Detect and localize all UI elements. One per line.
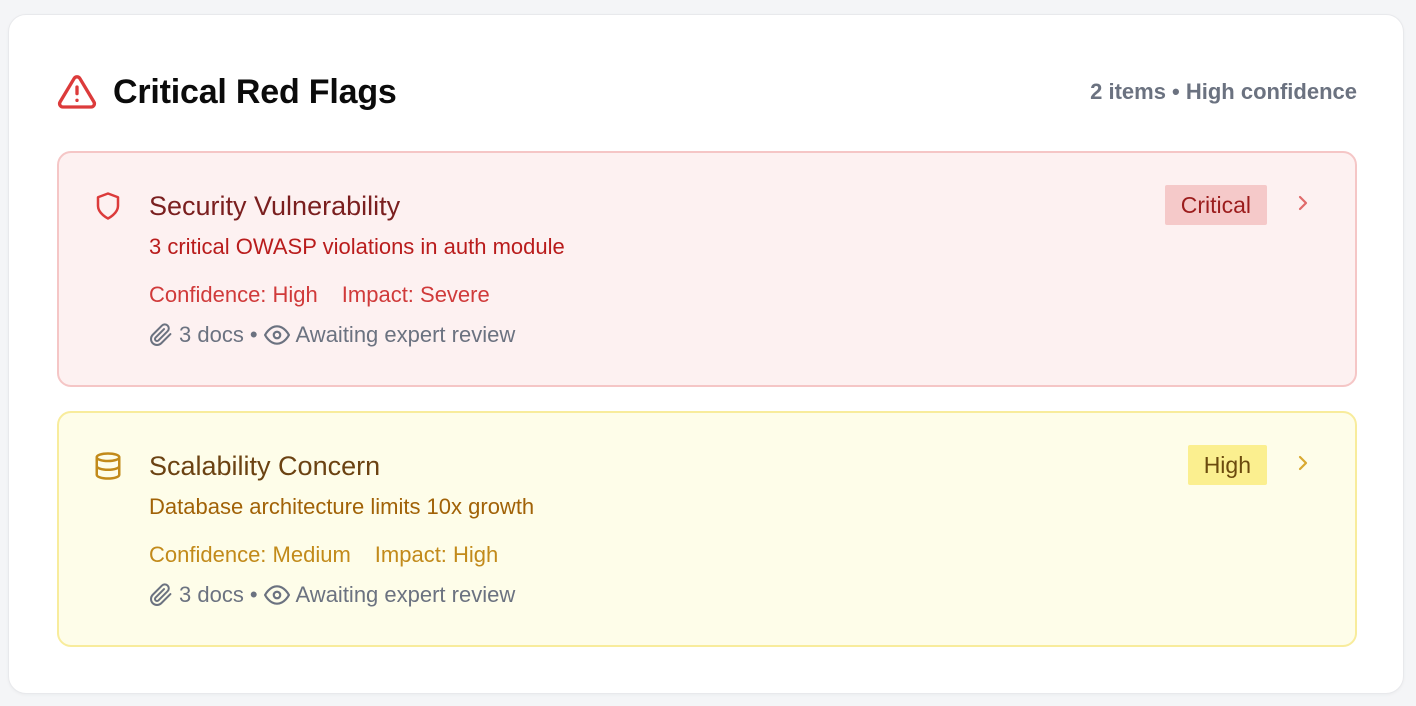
flag-footer: 3 docs • Awaiting expert review: [149, 581, 1215, 609]
flag-impact: Impact: Severe: [341, 282, 490, 307]
flag-metrics: Confidence: Medium Impact: High: [149, 541, 1215, 569]
chevron-right-icon[interactable]: [1291, 451, 1315, 475]
flag-footer: 3 docs • Awaiting expert review: [149, 321, 1215, 349]
severity-badge: High: [1187, 445, 1267, 485]
flag-description: 3 critical OWASP violations in auth modu…: [149, 234, 565, 259]
flag-docs: 3 docs: [179, 582, 244, 607]
separator: •: [249, 582, 258, 607]
eye-icon: [263, 322, 290, 348]
red-flags-panel: Critical Red Flags 2 items • High confid…: [8, 14, 1404, 694]
shield-icon: [93, 191, 123, 221]
flag-card-scalability[interactable]: Scalability Concern Database architectur…: [57, 411, 1357, 647]
flag-impact: Impact: High: [374, 542, 499, 567]
flag-metrics: Confidence: High Impact: Severe: [149, 281, 1215, 309]
paperclip-icon: [149, 323, 173, 347]
eye-icon: [263, 582, 290, 608]
flag-review-status: Awaiting expert review: [295, 322, 516, 347]
flag-description: Database architecture limits 10x growth: [149, 494, 535, 519]
panel-header: Critical Red Flags 2 items • High confid…: [57, 67, 1357, 117]
paperclip-icon: [149, 583, 173, 607]
title-wrap: Critical Red Flags: [57, 72, 397, 112]
flag-confidence: Confidence: Medium: [149, 542, 351, 567]
card-body: Security Vulnerability 3 critical OWASP …: [149, 189, 1215, 349]
chevron-right-icon[interactable]: [1291, 191, 1315, 215]
flag-docs: 3 docs: [179, 322, 244, 347]
flag-confidence: Confidence: High: [149, 282, 318, 307]
panel-meta: 2 items • High confidence: [1090, 79, 1357, 104]
flag-card-security[interactable]: Security Vulnerability 3 critical OWASP …: [57, 151, 1357, 387]
flag-title: Scalability Concern: [149, 451, 381, 481]
severity-badge: Critical: [1164, 185, 1267, 225]
flag-title: Security Vulnerability: [149, 191, 401, 221]
panel-title: Critical Red Flags: [113, 72, 397, 111]
alert-triangle-icon: [57, 72, 97, 112]
separator: •: [249, 322, 258, 347]
card-body: Scalability Concern Database architectur…: [149, 449, 1215, 609]
flag-review-status: Awaiting expert review: [295, 582, 516, 607]
database-icon: [93, 451, 123, 481]
